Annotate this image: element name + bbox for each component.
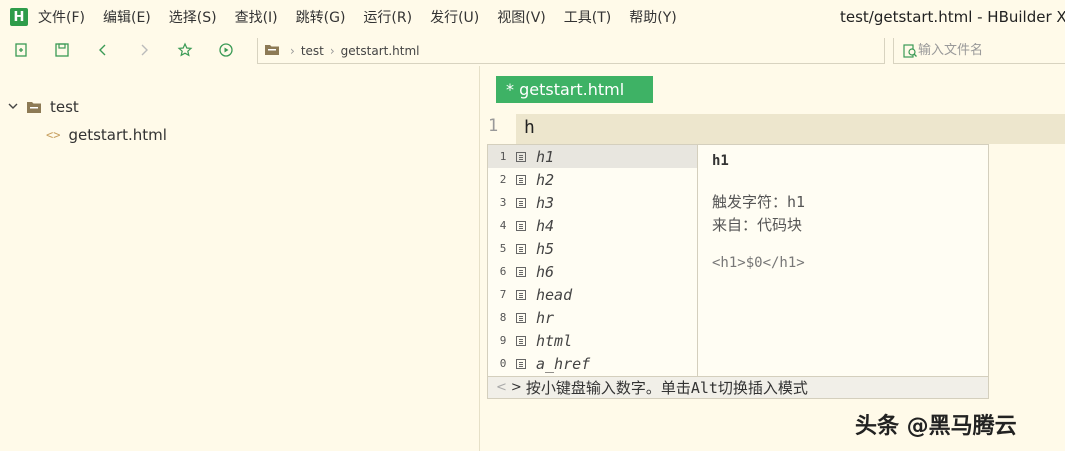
completion-label: head [536, 285, 573, 304]
tree-item-label: getstart.html [68, 126, 167, 144]
breadcrumb-item-getstart[interactable]: getstart.html [341, 44, 420, 58]
completion-item[interactable]: 9 html [488, 329, 697, 352]
folder-icon [27, 102, 41, 113]
menu-select[interactable]: 选择(S) [169, 7, 217, 27]
new-file-icon[interactable] [11, 40, 31, 60]
completion-index: 0 [499, 357, 507, 370]
snippet-icon [516, 151, 526, 162]
completion-index: 5 [499, 242, 507, 255]
completion-label: h5 [536, 239, 555, 258]
menu-run[interactable]: 运行(R) [363, 7, 412, 27]
detail-title: h1 [712, 153, 729, 169]
snippet-icon [516, 197, 526, 208]
completion-label: h6 [536, 262, 555, 281]
chevron-right-icon[interactable]: > [511, 380, 522, 395]
completion-index: 3 [499, 196, 507, 209]
menu-find[interactable]: 查找(I) [235, 7, 278, 27]
completion-index: 8 [499, 311, 507, 324]
html-file-icon: <> [46, 128, 61, 142]
completion-item[interactable]: 8 hr [488, 306, 697, 329]
folder-icon [264, 41, 280, 60]
menu-help[interactable]: 帮助(Y) [629, 7, 676, 27]
favorite-star-icon[interactable] [175, 40, 195, 60]
completion-label: h1 [536, 147, 555, 166]
completion-item[interactable]: 6 h6 [488, 260, 697, 283]
tree-item-label: test [50, 98, 79, 116]
tab-getstart-html[interactable]: * getstart.html [496, 76, 653, 103]
save-icon[interactable] [52, 40, 72, 60]
completion-label: hr [536, 308, 555, 327]
snippet-icon [516, 243, 526, 254]
menu-publish[interactable]: 发行(U) [430, 7, 479, 27]
snippet-icon [516, 358, 526, 369]
menu-file[interactable]: 文件(F) [38, 7, 85, 27]
footer-hint: 按小键盘输入数字。单击Alt切换插入模式 [525, 379, 808, 397]
tree-item-getstart[interactable]: <> getstart.html [46, 126, 167, 144]
completion-index: 2 [499, 173, 507, 186]
completion-item[interactable]: 1 h1 [488, 145, 697, 168]
completion-index: 7 [499, 288, 507, 301]
snippet-icon [516, 289, 526, 300]
completion-item[interactable]: 2 h2 [488, 168, 697, 191]
menu-bar: H 文件(F) 编辑(E) 选择(S) 查找(I) 跳转(G) 运行(R) 发行… [0, 0, 1065, 34]
completion-label: h4 [536, 216, 555, 235]
watermark: 头条 @黑马腾云 [855, 414, 1017, 439]
file-search-box [893, 38, 1065, 64]
completion-item[interactable]: 3 h3 [488, 191, 697, 214]
breadcrumb: › test › getstart.html [257, 38, 885, 64]
completion-item[interactable]: 4 h4 [488, 214, 697, 237]
detail-source: 来自：代码块 [712, 216, 803, 234]
detail-trigger: 触发字符：h1 [712, 193, 806, 211]
run-icon[interactable] [216, 40, 236, 60]
search-file-icon [902, 43, 918, 63]
detail-snippet: <h1>$0</h1> [712, 255, 805, 271]
snippet-icon [516, 266, 526, 277]
breadcrumb-item-test[interactable]: test [301, 44, 324, 58]
completion-item[interactable]: 0 a_href [488, 352, 697, 375]
completion-label: html [536, 331, 573, 350]
chevron-down-icon[interactable] [8, 102, 20, 113]
back-icon[interactable] [93, 40, 113, 60]
project-sidebar: test <> getstart.html [0, 66, 480, 451]
snippet-icon [516, 174, 526, 185]
completion-index: 9 [499, 334, 507, 347]
completion-index: 6 [499, 265, 507, 278]
snippet-icon [516, 335, 526, 346]
toolbar: › test › getstart.html [0, 34, 1065, 66]
tree-item-test[interactable]: test [8, 98, 79, 116]
completion-list: 1 h1 2 h2 3 h3 4 h4 5 h5 6 h6 7 head 8 h… [488, 145, 698, 376]
chevron-left-icon[interactable]: < [496, 380, 507, 395]
window-title: test/getstart.html - HBuilder X [840, 8, 1065, 26]
completion-index: 1 [499, 150, 507, 163]
completion-item[interactable]: 7 head [488, 283, 697, 306]
completion-footer: < > 按小键盘输入数字。单击Alt切换插入模式 [488, 376, 988, 398]
completion-item[interactable]: 5 h5 [488, 237, 697, 260]
menu-tools[interactable]: 工具(T) [564, 7, 611, 27]
menu-edit[interactable]: 编辑(E) [103, 7, 151, 27]
menu-goto[interactable]: 跳转(G) [296, 7, 346, 27]
completion-detail: h1 触发字符：h1 来自：代码块 <h1>$0</h1> [712, 153, 982, 271]
line-number: 1 [488, 116, 499, 136]
menu-view[interactable]: 视图(V) [497, 7, 546, 27]
completion-label: h3 [536, 193, 555, 212]
completion-label: h2 [536, 170, 555, 189]
forward-icon[interactable] [134, 40, 154, 60]
completion-index: 4 [499, 219, 507, 232]
code-line[interactable]: h [524, 117, 535, 138]
completion-label: a_href [536, 354, 591, 373]
hbuilder-logo-icon: H [10, 8, 28, 26]
current-line-highlight [516, 114, 1065, 144]
snippet-icon [516, 220, 526, 231]
snippet-icon [516, 312, 526, 323]
file-search-input[interactable] [918, 43, 1048, 58]
autocomplete-popup: 1 h1 2 h2 3 h3 4 h4 5 h5 6 h6 7 head 8 h… [487, 144, 989, 399]
